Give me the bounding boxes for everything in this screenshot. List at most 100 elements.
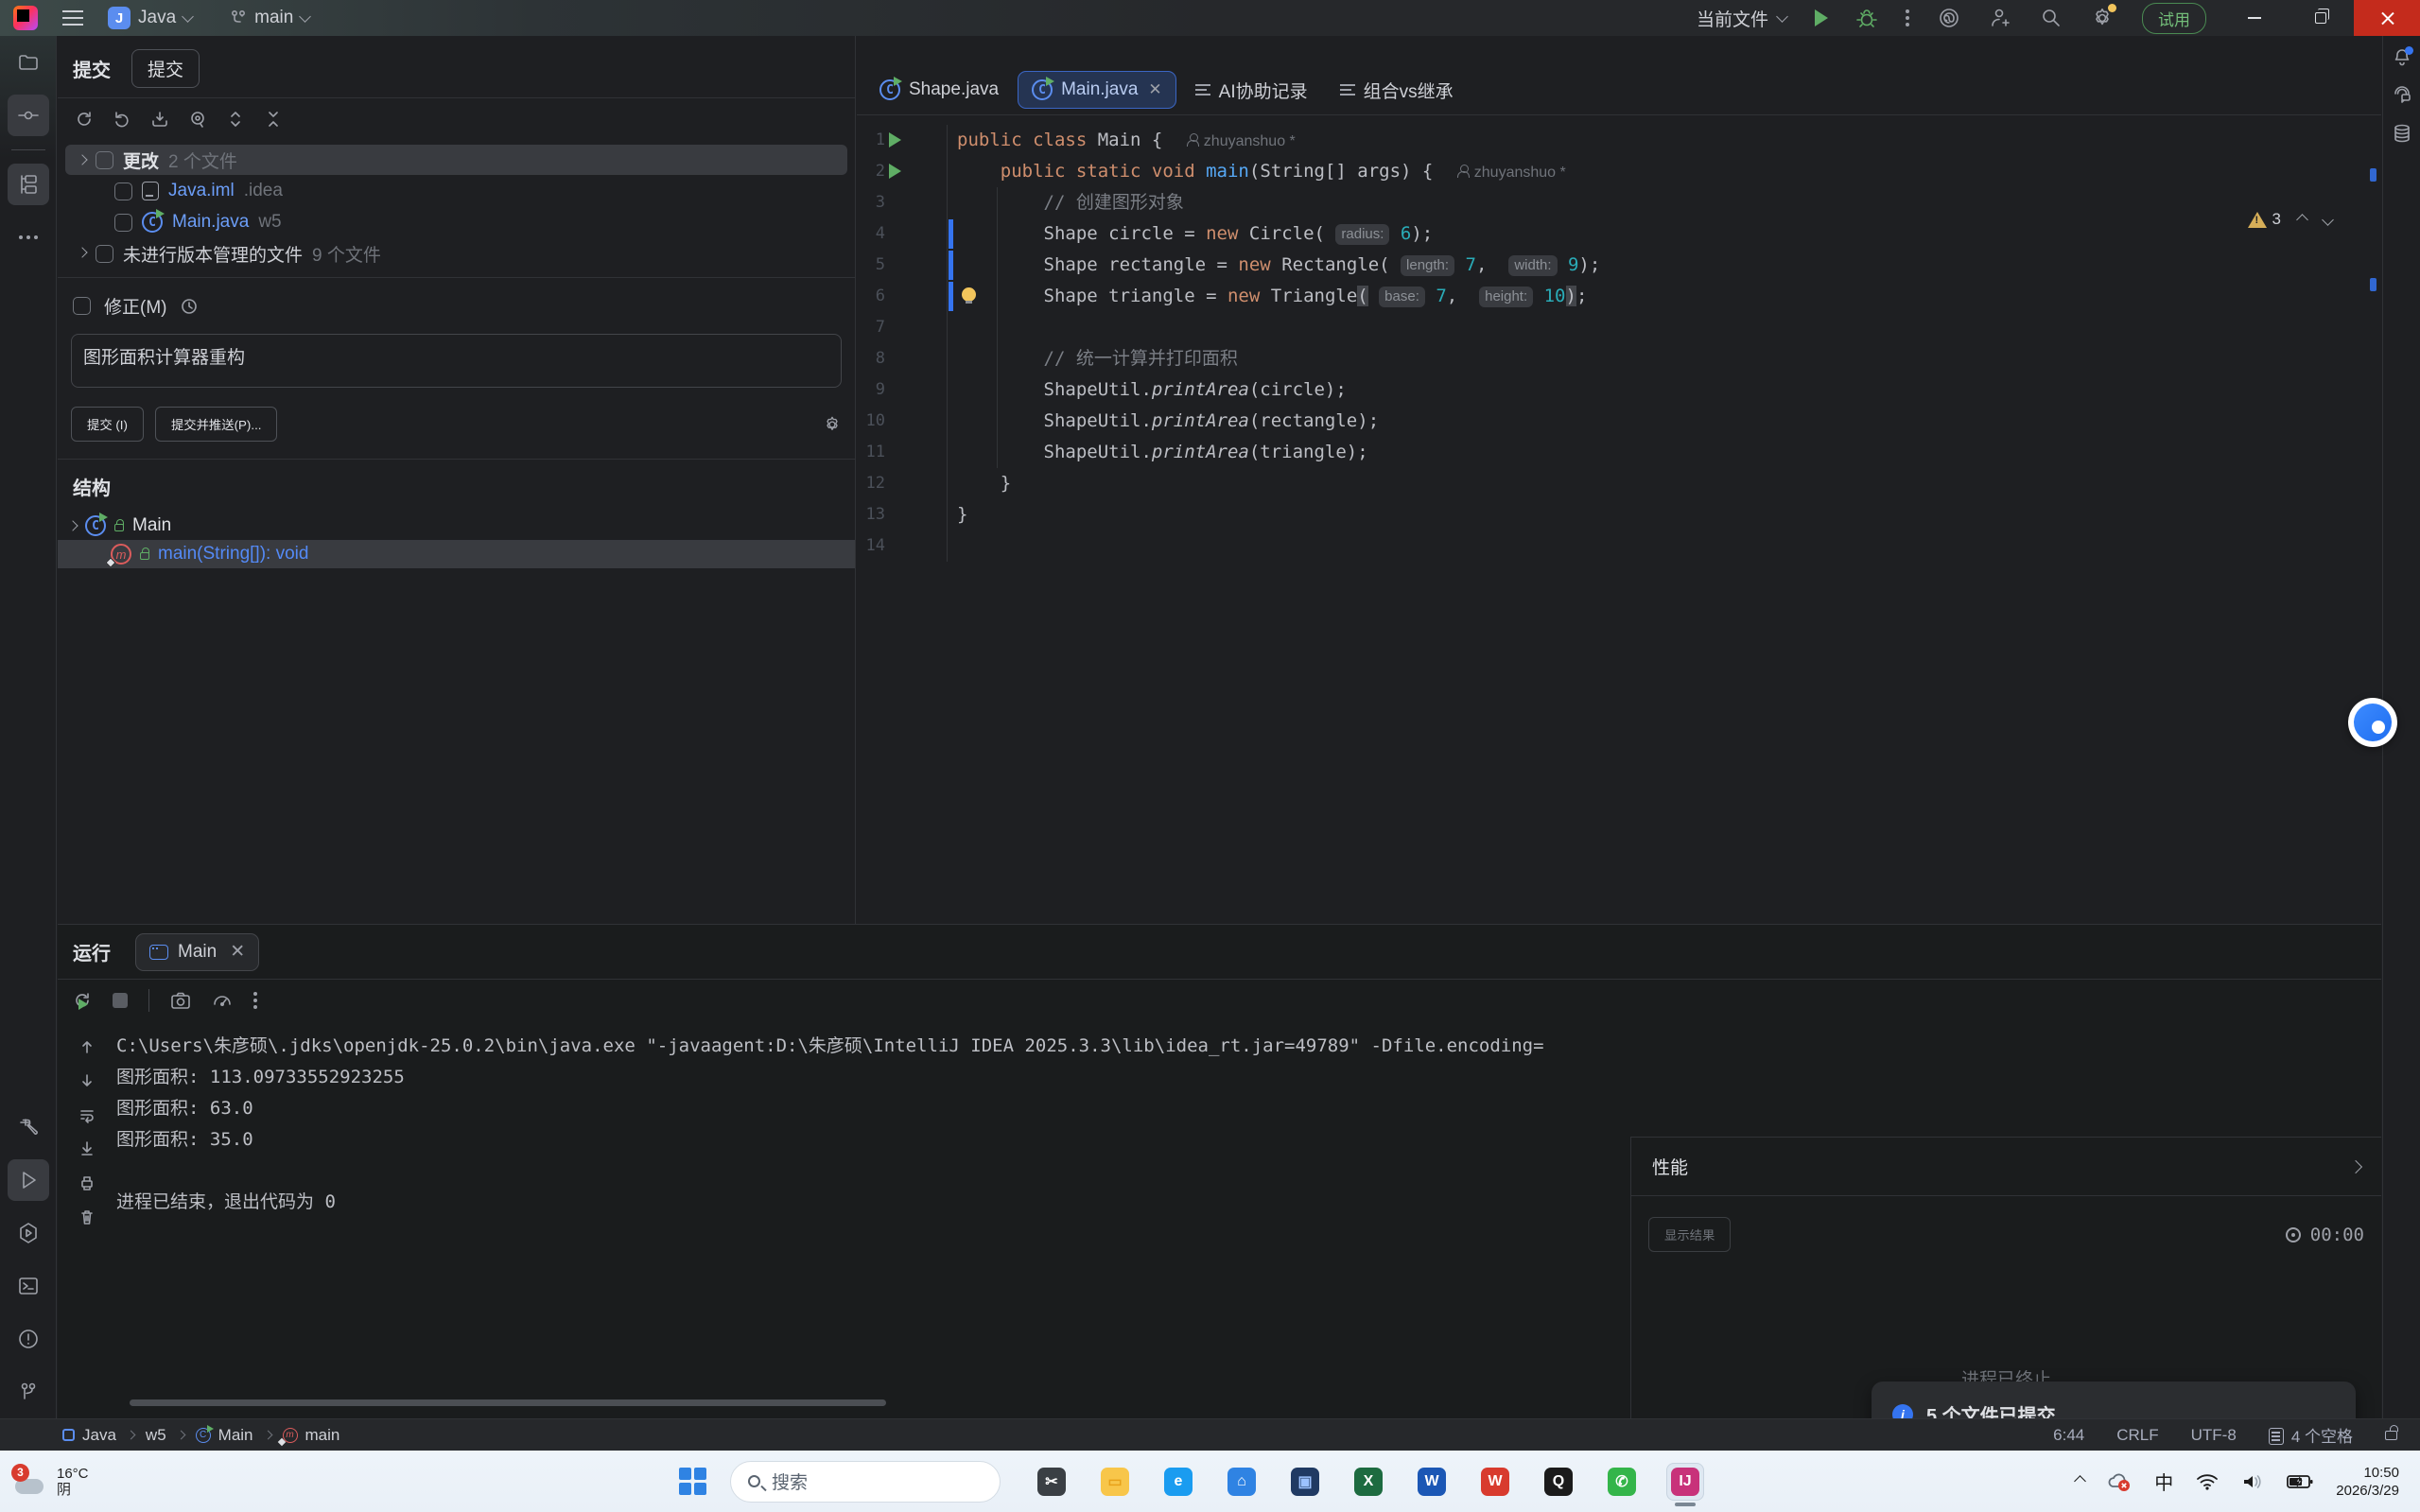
gutter[interactable]: 2 <box>857 156 948 187</box>
snapshot-camera-icon[interactable] <box>170 991 191 1010</box>
gutter[interactable]: 14 <box>857 530 948 562</box>
breadcrumb-item-w5[interactable]: w5 <box>146 1426 166 1445</box>
intention-bulb-icon[interactable] <box>961 287 977 304</box>
code-line[interactable]: 14 <box>857 530 2381 562</box>
code-line[interactable]: 3 // 创建图形对象 <box>857 187 2381 218</box>
notifications-button[interactable] <box>2386 42 2418 74</box>
chevron-expanded-icon[interactable] <box>77 154 87 165</box>
run-button[interactable] <box>1815 9 1828 26</box>
expand-all-icon[interactable] <box>226 110 245 129</box>
file-checkbox[interactable] <box>114 182 132 200</box>
indent-setting[interactable]: 4 个空格 <box>2269 1423 2353 1447</box>
editor-tab-shape-java[interactable]: CShape.java <box>866 71 1012 109</box>
changes-checkbox[interactable] <box>96 151 113 169</box>
code-line[interactable]: 6 Shape triangle = new Triangle( base: 7… <box>857 281 2381 312</box>
run-tab-main[interactable]: Main ✕ <box>135 933 259 971</box>
code-line[interactable]: 1public class Main { zhuyanshuo * <box>857 125 2381 156</box>
console-output[interactable]: C:\Users\朱彦硕\.jdks\openjdk-25.0.2\bin\ja… <box>116 1031 1629 1218</box>
line-separator[interactable]: CRLF <box>2116 1426 2158 1445</box>
editor-tab-ai----[interactable]: AI协助记录 <box>1182 71 1321 109</box>
taskbar-app-intellij-idea[interactable]: IJ <box>1666 1463 1704 1501</box>
add-user-button[interactable] <box>1989 7 2011 29</box>
gutter[interactable]: 4 <box>857 218 948 250</box>
code-line[interactable]: 7 <box>857 312 2381 343</box>
profiler-gauge-icon[interactable] <box>212 991 233 1010</box>
scroll-to-end-icon[interactable] <box>78 1140 96 1157</box>
ai-assistant-button[interactable] <box>1938 7 1960 29</box>
code-area[interactable]: 1public class Main { zhuyanshuo *2 publi… <box>857 115 2381 562</box>
code-line[interactable]: 12 } <box>857 468 2381 499</box>
gutter[interactable]: 3 <box>857 187 948 218</box>
commit-message-input[interactable]: 图形面积计算器重构 <box>71 334 842 388</box>
close-icon[interactable]: ✕ <box>1148 80 1161 99</box>
taskbar-app-snip-tool[interactable]: ✂ <box>1033 1463 1071 1501</box>
taskbar-app-edge[interactable]: e <box>1159 1463 1197 1501</box>
print-icon[interactable] <box>78 1174 96 1191</box>
weather-widget[interactable]: 3 16°C 阴 <box>0 1466 227 1498</box>
code-line[interactable]: 2 public static void main(String[] args)… <box>857 156 2381 187</box>
breadcrumb-item-main[interactable]: CMain <box>196 1426 253 1445</box>
code-line[interactable]: 13} <box>857 499 2381 530</box>
tool-terminal-button[interactable] <box>8 1265 49 1307</box>
up-stack-trace-icon[interactable] <box>78 1038 96 1055</box>
next-problem-icon[interactable] <box>2322 214 2334 226</box>
commit-tab[interactable]: 提交 <box>131 49 200 88</box>
taskbar-app-dev-app[interactable]: ▣ <box>1286 1463 1324 1501</box>
taskbar-app-microsoft-store[interactable]: ⌂ <box>1223 1463 1261 1501</box>
gutter[interactable]: 7 <box>857 312 948 343</box>
changed-file-row[interactable]: CMain.javaw5 <box>101 207 847 237</box>
show-results-button[interactable]: 显示结果 <box>1648 1217 1731 1252</box>
ai-chat-button[interactable] <box>2386 79 2418 112</box>
breadcrumb-item-java[interactable]: Java <box>62 1426 116 1445</box>
rerun-button[interactable] <box>73 991 92 1010</box>
show-diff-icon[interactable] <box>188 110 207 129</box>
project-selector[interactable]: J Java <box>108 7 192 29</box>
editor-tab-main-java[interactable]: CMain.java✕ <box>1018 71 1176 109</box>
window-minimize-button[interactable] <box>2221 0 2288 36</box>
structure-method-row[interactable]: m main(String[]): void <box>58 540 855 568</box>
commit-options-gear-icon[interactable] <box>823 415 842 434</box>
tool-problems-button[interactable] <box>8 1318 49 1360</box>
gutter[interactable]: 13 <box>857 499 948 530</box>
taskbar-app-wps[interactable]: W <box>1476 1463 1514 1501</box>
tool-run-button[interactable] <box>8 1159 49 1201</box>
floating-assistant-button[interactable] <box>2348 698 2397 747</box>
file-encoding[interactable]: UTF-8 <box>2191 1426 2237 1445</box>
code-line[interactable]: 5 Shape rectangle = new Rectangle( lengt… <box>857 250 2381 281</box>
trial-badge[interactable]: 试用 <box>2142 3 2206 34</box>
search-button[interactable] <box>2040 7 2063 29</box>
structure-class-row[interactable]: C Main <box>58 512 855 540</box>
code-line[interactable]: 8 // 统一计算并打印面积 <box>857 343 2381 374</box>
chevron-collapsed-icon[interactable] <box>77 247 87 257</box>
tool-services-button[interactable] <box>8 1212 49 1254</box>
run-config-selector[interactable]: 当前文件 <box>1697 6 1786 31</box>
file-checkbox[interactable] <box>114 214 132 232</box>
window-close-button[interactable] <box>2354 0 2420 36</box>
gutter[interactable]: 1 <box>857 125 948 156</box>
collapse-all-icon[interactable] <box>264 110 283 129</box>
code-line[interactable]: 10 ShapeUtil.printArea(rectangle); <box>857 406 2381 437</box>
commit-and-push-button[interactable]: 提交并推送(P)... <box>155 407 278 442</box>
amend-checkbox[interactable] <box>73 297 91 315</box>
run-gutter-icon[interactable] <box>889 164 901 179</box>
history-clock-icon[interactable] <box>180 297 199 316</box>
settings-button[interactable] <box>2091 7 2114 29</box>
taskbar-clock[interactable]: 10:50 2026/3/29 <box>2336 1464 2399 1500</box>
chevron-right-icon[interactable] <box>2349 1159 2362 1173</box>
tray-overflow-chevron[interactable] <box>2074 1475 2086 1487</box>
more-actions-button[interactable] <box>1906 9 1909 26</box>
tool-build-button[interactable] <box>8 1106 49 1148</box>
code-line[interactable]: 11 ShapeUtil.printArea(triangle); <box>857 437 2381 468</box>
tool-structure-button[interactable] <box>8 164 49 205</box>
more-options-button[interactable] <box>253 992 257 1009</box>
readonly-lock-icon[interactable] <box>2385 1431 2397 1440</box>
battery-icon[interactable] <box>2287 1473 2313 1490</box>
prev-problem-icon[interactable] <box>2296 214 2308 226</box>
gutter[interactable]: 10 <box>857 406 948 437</box>
tool-commit-button[interactable] <box>8 95 49 136</box>
code-line[interactable]: 9 ShapeUtil.printArea(circle); <box>857 374 2381 406</box>
taskbar-app-wechat[interactable]: ✆ <box>1603 1463 1641 1501</box>
wifi-icon[interactable] <box>2196 1472 2219 1491</box>
gutter[interactable]: 5 <box>857 250 948 281</box>
changes-group-row[interactable]: 更改 2 个文件 <box>65 145 847 175</box>
